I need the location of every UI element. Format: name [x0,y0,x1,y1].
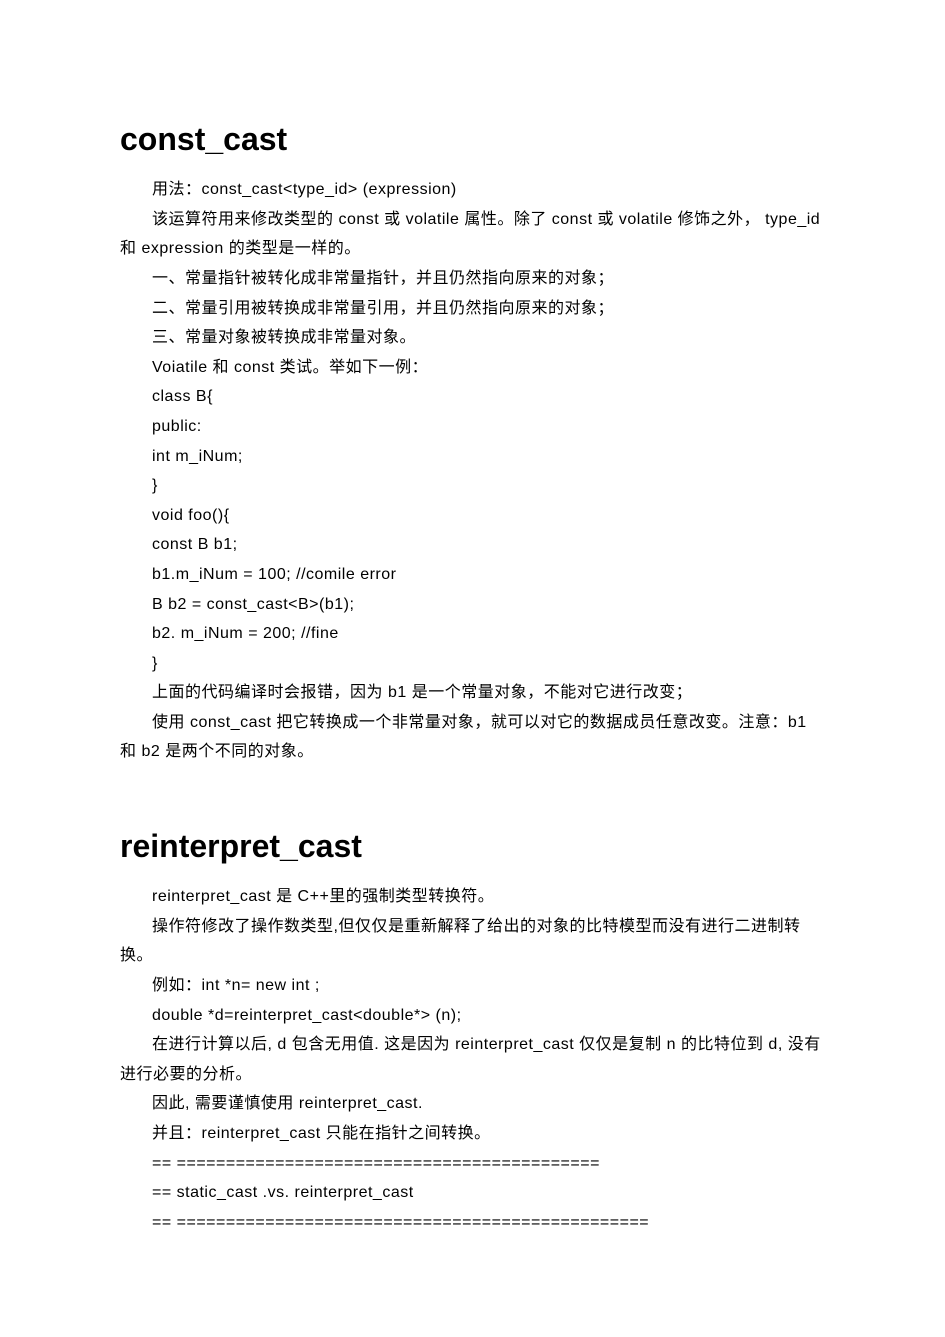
body-text: 使用 const_cast 把它转换成一个非常量对象，就可以对它的数据成员任意改… [120,708,825,767]
document-page: const_cast 用法：const_cast<type_id> (expre… [0,0,945,1337]
section-reinterpret-cast: reinterpret_cast reinterpret_cast 是 C++里… [120,817,825,1237]
section-title: reinterpret_cast [120,817,825,876]
body-text: 在进行计算以后, d 包含无用值. 这是因为 reinterpret_cast … [120,1030,825,1089]
body-text: Voiatile 和 const 类试。举如下一例： [120,353,825,383]
body-text: 用法：const_cast<type_id> (expression) [120,175,825,205]
code-line: void foo(){ [120,501,825,531]
code-line: int m_iNum; [120,442,825,472]
body-text: 操作符修改了操作数类型,但仅仅是重新解释了给出的对象的比特模型而没有进行二进制转… [120,912,825,971]
body-text: 一、常量指针被转化成非常量指针，并且仍然指向原来的对象； [120,264,825,294]
code-line: } [120,649,825,679]
body-text: 上面的代码编译时会报错，因为 b1 是一个常量对象，不能对它进行改变； [120,678,825,708]
code-line: class B{ [120,382,825,412]
code-line: public: [120,412,825,442]
code-line: B b2 = const_cast<B>(b1); [120,590,825,620]
section-title: const_cast [120,110,825,169]
body-text: 二、常量引用被转换成非常量引用，并且仍然指向原来的对象； [120,294,825,324]
code-line: const B b1; [120,530,825,560]
code-line: 例如：int *n= new int ; [120,971,825,1001]
body-text: 该运算符用来修改类型的 const 或 volatile 属性。除了 const… [120,205,825,264]
body-text: reinterpret_cast 是 C++里的强制类型转换符。 [120,882,825,912]
code-line: double *d=reinterpret_cast<double*> (n); [120,1001,825,1031]
body-text: 因此, 需要谨慎使用 reinterpret_cast. [120,1089,825,1119]
code-line: b2. m_iNum = 200; //fine [120,619,825,649]
section-const-cast: const_cast 用法：const_cast<type_id> (expre… [120,110,825,767]
code-line: b1.m_iNum = 100; //comile error [120,560,825,590]
code-line: } [120,471,825,501]
body-text: 三、常量对象被转换成非常量对象。 [120,323,825,353]
body-text: 并且：reinterpret_cast 只能在指针之间转换。 [120,1119,825,1149]
divider-line: == =====================================… [120,1149,825,1179]
divider-line: == =====================================… [120,1208,825,1238]
body-text: == static_cast .vs. reinterpret_cast [120,1178,825,1208]
